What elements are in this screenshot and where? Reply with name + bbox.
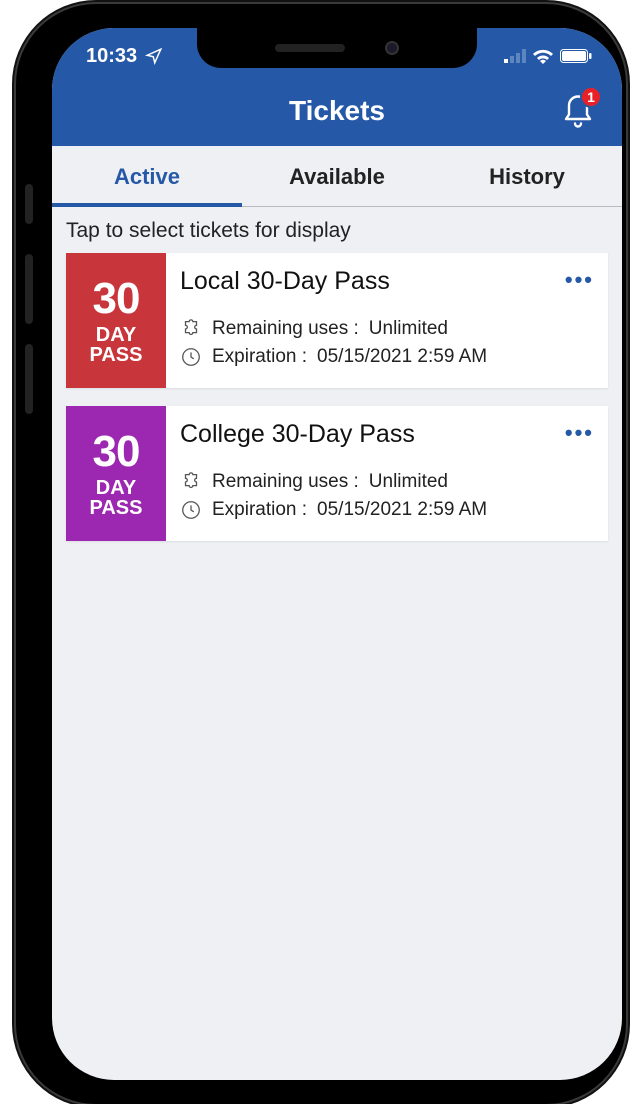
screen: 10:33 Tickets 1 Active Available: [52, 28, 622, 1080]
pass-line2: DAY: [96, 478, 136, 498]
instruction-text: Tap to select tickets for display: [52, 207, 622, 253]
pass-number: 30: [93, 277, 140, 321]
remaining-label: Remaining uses :: [212, 471, 359, 493]
puzzle-icon: [180, 318, 202, 340]
remaining-row: Remaining uses : Unlimited: [180, 318, 600, 340]
volume-down-button: [25, 344, 33, 414]
pass-line2: DAY: [96, 325, 136, 345]
front-camera: [385, 41, 399, 55]
ticket-card[interactable]: 30 DAY PASS College 30-Day Pass Remainin…: [66, 406, 608, 541]
ticket-body: College 30-Day Pass Remaining uses : Unl…: [166, 406, 608, 541]
ticket-list: 30 DAY PASS Local 30-Day Pass Remaining …: [52, 253, 622, 541]
more-options-button[interactable]: •••: [565, 267, 594, 293]
remaining-label: Remaining uses :: [212, 318, 359, 340]
speaker: [275, 44, 345, 52]
remaining-row: Remaining uses : Unlimited: [180, 471, 600, 493]
phone-frame: 10:33 Tickets 1 Active Available: [16, 4, 626, 1104]
ticket-title: College 30-Day Pass: [180, 420, 600, 449]
pass-line3: PASS: [90, 345, 143, 365]
notifications-button[interactable]: 1: [560, 90, 596, 130]
puzzle-icon: [180, 471, 202, 493]
clock-icon: [180, 346, 202, 368]
wifi-icon: [532, 48, 554, 64]
expiration-label: Expiration :: [212, 346, 307, 368]
tab-available[interactable]: Available: [242, 146, 432, 206]
status-right: [504, 48, 592, 64]
remaining-value: Unlimited: [369, 471, 448, 493]
clock-icon: [180, 499, 202, 521]
expiration-value: 05/15/2021 2:59 AM: [317, 499, 487, 521]
ticket-body: Local 30-Day Pass Remaining uses : Unlim…: [166, 253, 608, 388]
expiration-label: Expiration :: [212, 499, 307, 521]
pass-line3: PASS: [90, 498, 143, 518]
expiration-value: 05/15/2021 2:59 AM: [317, 346, 487, 368]
remaining-value: Unlimited: [369, 318, 448, 340]
notification-badge: 1: [580, 86, 602, 108]
app-bar: Tickets 1: [52, 76, 622, 146]
notch: [197, 28, 477, 68]
expiration-row: Expiration : 05/15/2021 2:59 AM: [180, 499, 600, 521]
page-title: Tickets: [289, 95, 385, 127]
ticket-title: Local 30-Day Pass: [180, 267, 600, 296]
battery-icon: [560, 49, 592, 63]
cellular-icon: [504, 49, 526, 63]
pass-badge: 30 DAY PASS: [66, 406, 166, 541]
ticket-card[interactable]: 30 DAY PASS Local 30-Day Pass Remaining …: [66, 253, 608, 388]
expiration-row: Expiration : 05/15/2021 2:59 AM: [180, 346, 600, 368]
tab-bar: Active Available History: [52, 146, 622, 207]
pass-badge: 30 DAY PASS: [66, 253, 166, 388]
volume-up-button: [25, 254, 33, 324]
tab-active[interactable]: Active: [52, 146, 242, 206]
status-time: 10:33: [86, 45, 137, 68]
more-options-button[interactable]: •••: [565, 420, 594, 446]
status-left: 10:33: [86, 45, 163, 68]
mute-switch: [25, 184, 33, 224]
tab-history[interactable]: History: [432, 146, 622, 206]
location-icon: [145, 47, 163, 65]
pass-number: 30: [93, 430, 140, 474]
